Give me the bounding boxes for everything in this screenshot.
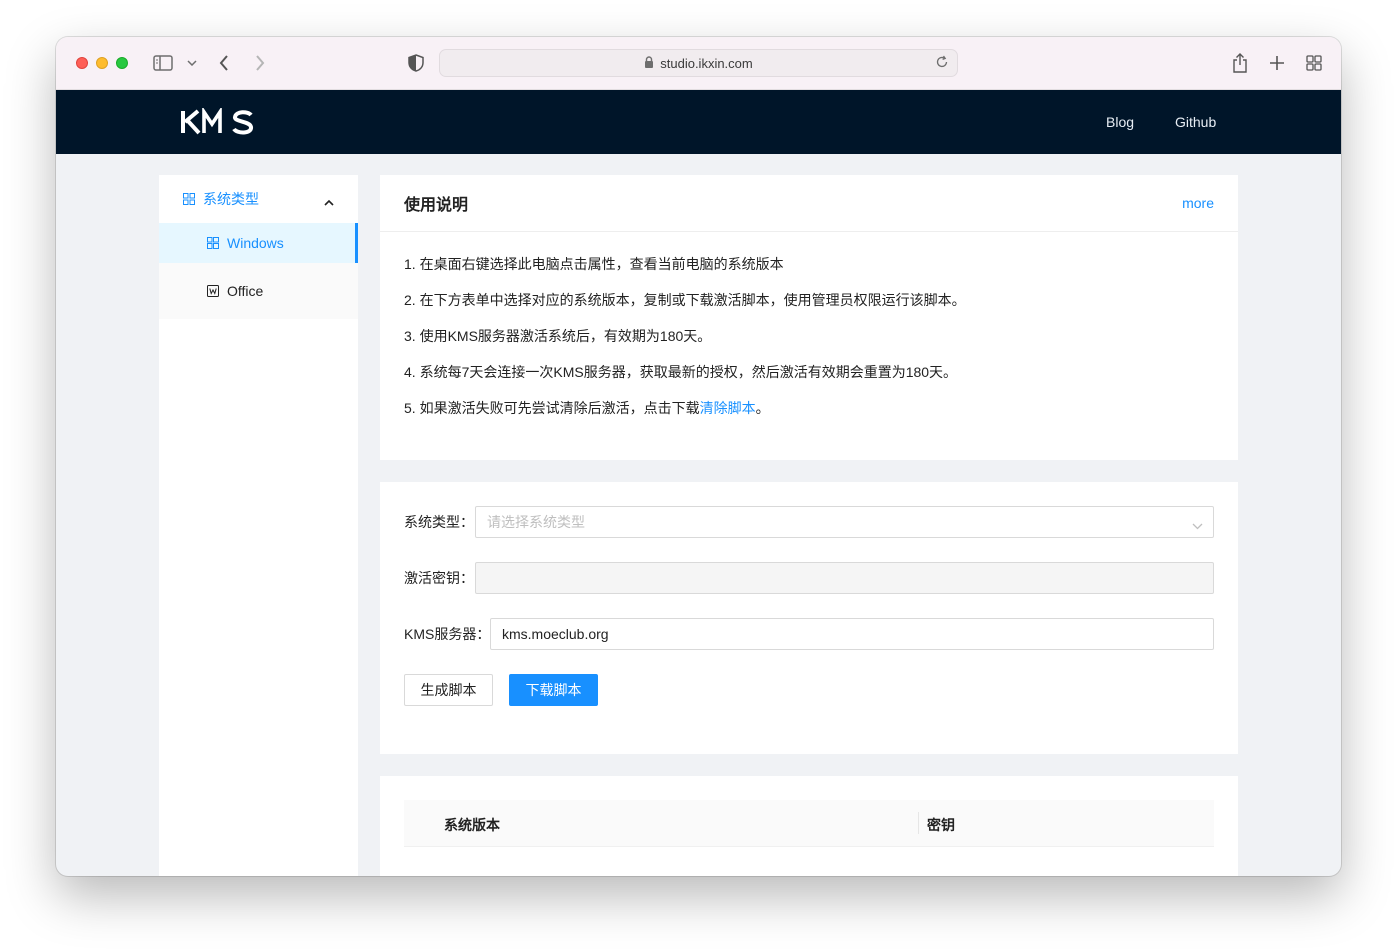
clear-script-link[interactable]: 清除脚本 bbox=[700, 400, 756, 416]
kms-logo[interactable] bbox=[180, 106, 258, 141]
sidebar-item-office[interactable]: Office bbox=[159, 271, 358, 311]
system-type-label: 系统类型： bbox=[404, 514, 474, 530]
browser-toolbar: studio.ikxin.com bbox=[56, 37, 1341, 90]
column-header-version: 系统版本 bbox=[444, 817, 500, 833]
generate-script-button[interactable]: 生成脚本 bbox=[404, 674, 493, 706]
nav-blog-link[interactable]: Blog bbox=[1106, 114, 1134, 130]
keys-table-card: 系统版本 密钥 bbox=[380, 776, 1238, 876]
browser-window: studio.ikxin.com Blog Github 系统类型 Window… bbox=[56, 37, 1341, 876]
forward-arrow-icon[interactable] bbox=[252, 51, 268, 75]
kms-logo-mark bbox=[181, 106, 253, 135]
sidebar-toggle-icon[interactable] bbox=[152, 51, 174, 75]
close-window-button[interactable] bbox=[76, 57, 88, 69]
windows-grid-icon bbox=[207, 237, 219, 249]
submenu-label: 系统类型 bbox=[203, 191, 259, 207]
back-arrow-icon[interactable] bbox=[216, 51, 232, 75]
kms-server-input[interactable]: kms.moeclub.org bbox=[490, 618, 1214, 650]
site-header: Blog Github bbox=[56, 90, 1341, 154]
kms-server-label: KMS服务器： bbox=[404, 626, 491, 642]
card-title: 使用说明 bbox=[404, 197, 469, 214]
activation-key-field bbox=[475, 562, 1214, 594]
more-link[interactable]: more bbox=[1182, 195, 1214, 211]
tab-overview-icon[interactable] bbox=[1304, 51, 1324, 75]
chevron-up-icon bbox=[324, 193, 342, 209]
word-doc-icon bbox=[207, 285, 219, 297]
download-script-button[interactable]: 下载脚本 bbox=[509, 674, 598, 706]
instruction-text: 5. 如果激活失败可先尝试清除后激活，点击下载 bbox=[404, 400, 700, 416]
nav-github-link[interactable]: Github bbox=[1175, 114, 1216, 130]
column-header-key: 密钥 bbox=[927, 817, 955, 833]
address-url: studio.ikxin.com bbox=[660, 55, 753, 71]
card-header: 使用说明 more bbox=[380, 175, 1238, 232]
instruction-line: 4. 系统每7天会连接一次KMS服务器，获取最新的授权，然后激活有效期会重置为1… bbox=[404, 364, 958, 380]
chevron-down-icon[interactable] bbox=[185, 51, 199, 75]
lock-icon bbox=[644, 55, 654, 71]
address-bar[interactable]: studio.ikxin.com bbox=[439, 49, 958, 77]
sidebar-item-windows[interactable]: Windows bbox=[159, 223, 358, 263]
sidebar-item-label: Office bbox=[227, 283, 264, 299]
chevron-down-icon bbox=[1192, 517, 1203, 533]
instruction-text: 。 bbox=[755, 400, 770, 416]
minimize-window-button[interactable] bbox=[96, 57, 108, 69]
activation-form-card: 系统类型： 请选择系统类型 激活密钥： KMS服务器： kms.moeclub.… bbox=[380, 482, 1238, 754]
instruction-line: 5. 如果激活失败可先尝试清除后激活，点击下载清除脚本。 bbox=[404, 398, 1214, 418]
privacy-shield-icon[interactable] bbox=[406, 51, 426, 75]
activation-key-label: 激活密钥： bbox=[404, 570, 474, 586]
appstore-icon bbox=[183, 193, 195, 205]
zoom-window-button[interactable] bbox=[116, 57, 128, 69]
sidebar-menu: 系统类型 Windows Office bbox=[159, 175, 358, 876]
instruction-line: 1. 在桌面右键选择此电脑点击属性，查看当前电脑的系统版本 bbox=[404, 256, 784, 272]
select-placeholder: 请选择系统类型 bbox=[487, 514, 585, 530]
submenu-system-type[interactable]: 系统类型 bbox=[159, 175, 358, 223]
share-icon[interactable] bbox=[1230, 51, 1250, 75]
instruction-line: 3. 使用KMS服务器激活系统后，有效期为180天。 bbox=[404, 328, 712, 344]
sidebar-item-label: Windows bbox=[227, 235, 284, 251]
column-divider bbox=[918, 812, 919, 834]
system-type-select[interactable]: 请选择系统类型 bbox=[475, 506, 1214, 538]
instruction-line: 2. 在下方表单中选择对应的系统版本，复制或下载激活脚本，使用管理员权限运行该脚… bbox=[404, 292, 966, 308]
table-header: 系统版本 密钥 bbox=[404, 800, 1214, 847]
instructions-card: 使用说明 more 1. 在桌面右键选择此电脑点击属性，查看当前电脑的系统版本 … bbox=[380, 175, 1238, 460]
new-tab-plus-icon[interactable] bbox=[1267, 51, 1287, 75]
reload-icon[interactable] bbox=[935, 55, 949, 72]
instructions-list: 1. 在桌面右键选择此电脑点击属性，查看当前电脑的系统版本 2. 在下方表单中选… bbox=[380, 232, 1238, 418]
